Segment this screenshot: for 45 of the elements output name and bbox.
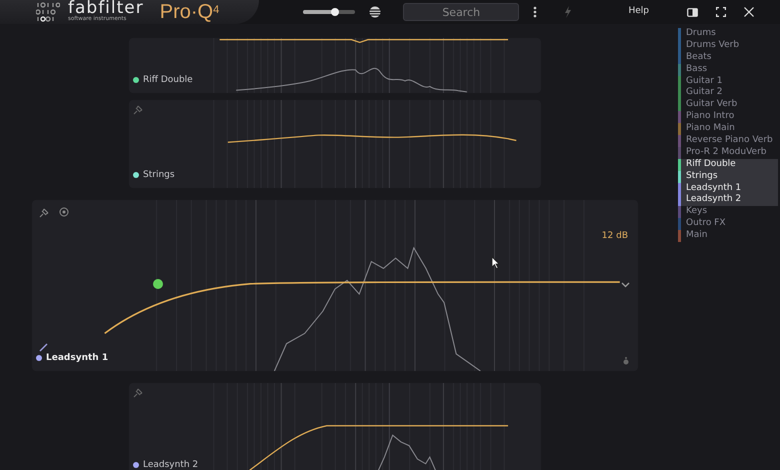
track-list-item[interactable]: Pro-R 2 ModuVerb	[678, 146, 778, 159]
chevron-icon[interactable]	[621, 282, 630, 288]
help-button[interactable]: Help	[628, 5, 649, 19]
cursor-icon	[491, 256, 500, 269]
track-list-item[interactable]: Drums Verb	[678, 40, 778, 52]
track-list-item[interactable]: Strings	[678, 170, 778, 183]
track-list-item[interactable]: Leadsynth 1	[678, 182, 778, 194]
pin-icon[interactable]	[133, 387, 144, 398]
more-icon[interactable]	[533, 6, 538, 18]
lightning-icon[interactable]	[563, 6, 574, 18]
menu-icon[interactable]	[369, 6, 382, 18]
product-title: Pro·Q$^{4}$	[160, 1, 220, 23]
track-list-item[interactable]: Guitar 1	[678, 76, 778, 88]
target-icon[interactable]	[59, 207, 69, 217]
pin-icon[interactable]	[39, 207, 50, 218]
track-list-item[interactable]: Leadsynth 2	[678, 194, 778, 206]
pin-icon[interactable]	[133, 104, 144, 115]
track-list-item[interactable]: Guitar Verb	[678, 99, 778, 112]
track-list-item[interactable]: Keys	[678, 206, 778, 218]
knob-icon[interactable]	[623, 356, 629, 365]
track-list-item[interactable]: Riff Double	[678, 158, 778, 171]
track-name[interactable]: Riff Double	[143, 74, 193, 87]
track-name[interactable]: Leadsynth 2	[143, 458, 198, 470]
track-name[interactable]: Leadsynth 1	[46, 352, 108, 365]
track-list-item[interactable]: Main	[678, 230, 778, 242]
track-list-item[interactable]: Outro FX	[678, 218, 778, 230]
slider-thumb[interactable]	[331, 8, 340, 16]
brand-logo: fabfilter	[68, 1, 144, 16]
close-icon[interactable]	[744, 7, 754, 17]
output-slider[interactable]	[303, 10, 356, 14]
track-name[interactable]: Strings	[143, 168, 175, 182]
band-node[interactable]	[153, 279, 163, 289]
logo-icon	[36, 2, 60, 22]
search-field[interactable]: Search	[403, 3, 520, 21]
track-list-item[interactable]: Piano Main	[678, 123, 778, 136]
fullscreen-icon[interactable]	[716, 7, 726, 17]
gain-label: 12 dB	[602, 230, 628, 243]
track-list-item[interactable]: Piano Intro	[678, 111, 778, 124]
track-list-item[interactable]: Guitar 2	[678, 87, 778, 100]
track-list-item[interactable]: Bass	[678, 64, 778, 76]
track-list-item[interactable]: Drums	[678, 28, 778, 40]
track-list-item[interactable]: Beats	[678, 52, 778, 64]
panel-icon[interactable]	[687, 8, 698, 16]
pencil-icon[interactable]	[39, 343, 48, 352]
track-list-item[interactable]: Reverse Piano Verb	[678, 135, 778, 147]
